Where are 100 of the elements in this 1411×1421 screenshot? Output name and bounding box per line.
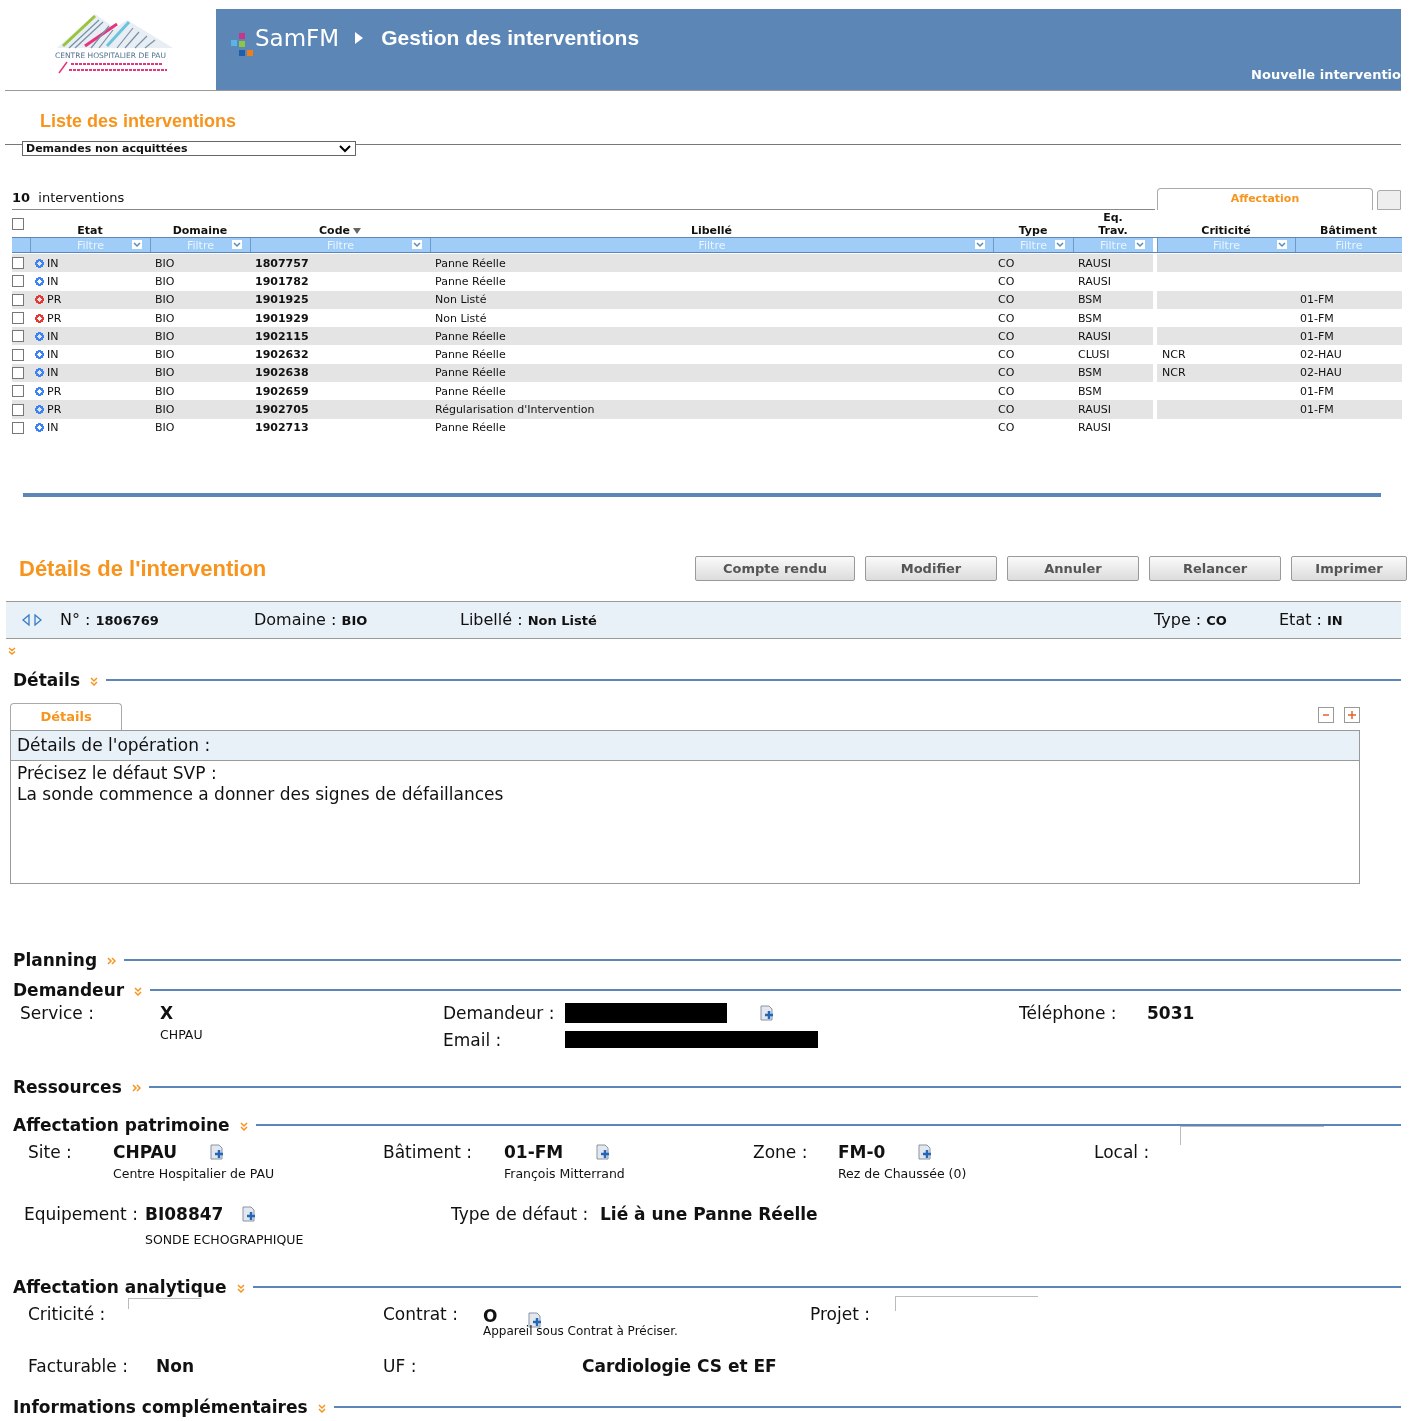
table-cell: PR [47, 311, 62, 325]
dropdown-icon[interactable] [232, 240, 242, 249]
dropdown-icon[interactable] [1055, 240, 1065, 249]
section-heading[interactable]: Affectation analytique [13, 1276, 227, 1297]
dropdown-icon[interactable] [1277, 240, 1287, 249]
select-all-checkbox[interactable] [12, 217, 24, 230]
squares-logo-icon [231, 32, 253, 58]
table-cell: 02-HAU [1300, 348, 1342, 362]
table-cell: 01-FM [1300, 384, 1334, 398]
tab-edge[interactable] [1377, 190, 1401, 210]
expanded-chevron-icon[interactable] [134, 986, 143, 996]
column-header[interactable]: Code [250, 210, 430, 237]
column-header[interactable]: Etat [30, 210, 150, 237]
table-cell: PR [47, 293, 62, 307]
table-cell: BIO [155, 384, 175, 398]
column-header[interactable]: Libellé [430, 210, 993, 237]
field-label: Projet : [810, 1303, 871, 1324]
view-select[interactable]: Demandes non acquittées [22, 141, 356, 156]
field-value: Lié à une Panne Réelle [600, 1203, 819, 1224]
expand-icon[interactable] [8, 646, 16, 655]
row-checkbox[interactable] [12, 403, 24, 416]
table-cell: IN [47, 256, 59, 270]
section-heading[interactable]: Ressources [13, 1076, 122, 1097]
dropdown-icon[interactable] [1135, 240, 1145, 249]
field-label: Type de défaut : [451, 1203, 590, 1224]
action-button[interactable]: Imprimer [1291, 556, 1407, 582]
row-checkbox[interactable] [12, 330, 24, 343]
field-subtext: Appareil sous Contrat à Préciser. [483, 1323, 679, 1338]
panel-header: Détails de l'opération : [11, 730, 1359, 761]
section-heading[interactable]: Demandeur [13, 979, 125, 1000]
expanded-chevron-icon[interactable] [239, 1121, 248, 1131]
column-header[interactable]: Eq. Trav. [1073, 210, 1153, 237]
table-cell: Panne Réelle [435, 274, 506, 288]
field-label: Demandeur : [443, 1002, 556, 1023]
table-cell: Panne Réelle [435, 384, 506, 398]
table-cell: 01-FM [1300, 403, 1334, 416]
row-checkbox[interactable] [12, 257, 24, 270]
field-label: Facturable : [28, 1355, 129, 1376]
collapsed-chevron-icon[interactable] [131, 1084, 141, 1093]
field-subtext: François Mitterrand [504, 1165, 626, 1181]
field-value: 5031 [1147, 1002, 1196, 1023]
field-label: UF : [383, 1355, 418, 1376]
expanded-chevron-icon[interactable] [317, 1403, 326, 1413]
table-cell: PR [47, 403, 62, 416]
field-label: Site : [28, 1141, 73, 1162]
table-cell: CLUSI [1078, 348, 1110, 362]
section-heading[interactable]: Informations complémentaires [13, 1396, 308, 1417]
new-intervention-link[interactable]: Nouvelle interventio [1251, 67, 1401, 90]
table-cell: RAUSI [1078, 256, 1111, 270]
row-checkbox[interactable] [12, 366, 24, 379]
expand-icon[interactable] [1344, 706, 1360, 723]
dropdown-icon[interactable] [975, 240, 985, 249]
action-button[interactable]: Compte rendu [695, 556, 855, 582]
table-cell: RAUSI [1078, 329, 1111, 343]
field-subtext: CHPAU [160, 1026, 204, 1042]
table-cell: CO [998, 293, 1015, 307]
section-heading[interactable]: Affectation patrimoine [13, 1114, 230, 1135]
table-cell: 1901782 [255, 274, 309, 288]
action-button[interactable]: Relancer [1149, 556, 1281, 582]
field-label: Criticité : [28, 1303, 107, 1324]
details-title: Détails de l'intervention [19, 555, 267, 582]
table-cell: BIO [155, 256, 175, 270]
row-checkbox[interactable] [12, 421, 24, 434]
dropdown-icon[interactable] [412, 240, 422, 249]
row-checkbox[interactable] [12, 275, 24, 288]
table-cell: RAUSI [1078, 403, 1111, 416]
expanded-chevron-icon[interactable] [236, 1283, 245, 1293]
action-button[interactable]: Modifier [865, 556, 997, 582]
row-checkbox[interactable] [12, 385, 24, 398]
collapse-icon[interactable] [1318, 706, 1334, 723]
action-button[interactable]: Annuler [1007, 556, 1139, 582]
column-header[interactable]: Bâtiment [1295, 210, 1402, 237]
column-header[interactable]: Domaine [150, 210, 250, 237]
previous-icon[interactable] [22, 613, 30, 626]
page-plus-icon[interactable] [209, 1143, 226, 1160]
section-heading[interactable]: Détails [13, 669, 80, 690]
table-cell: BIO [155, 421, 175, 435]
next-icon[interactable] [34, 613, 42, 626]
table-cell: 01-FM [1300, 293, 1334, 307]
page-plus-icon[interactable] [595, 1143, 612, 1160]
row-checkbox[interactable] [12, 312, 24, 325]
table-cell: Régularisation d'Intervention [435, 403, 595, 416]
page-plus-icon[interactable] [241, 1205, 258, 1222]
table-cell: BIO [155, 403, 175, 416]
column-header[interactable]: Criticité [1157, 210, 1295, 237]
dropdown-icon[interactable] [132, 240, 142, 249]
table-cell: Non Listé [435, 293, 487, 307]
table-cell: CO [998, 329, 1015, 343]
column-header[interactable]: Type [993, 210, 1073, 237]
table-cell: BIO [155, 311, 175, 325]
table-cell: 1902632 [255, 348, 309, 362]
section-heading[interactable]: Planning [13, 949, 98, 970]
row-checkbox[interactable] [12, 348, 24, 361]
row-checkbox[interactable] [12, 293, 24, 306]
page-plus-icon[interactable] [759, 1004, 775, 1021]
summary-field: Etat : IN [1279, 610, 1401, 630]
table-cell: CO [998, 403, 1015, 416]
collapsed-chevron-icon[interactable] [107, 957, 117, 966]
expanded-chevron-icon[interactable] [90, 676, 98, 686]
page-plus-icon[interactable] [917, 1143, 934, 1160]
